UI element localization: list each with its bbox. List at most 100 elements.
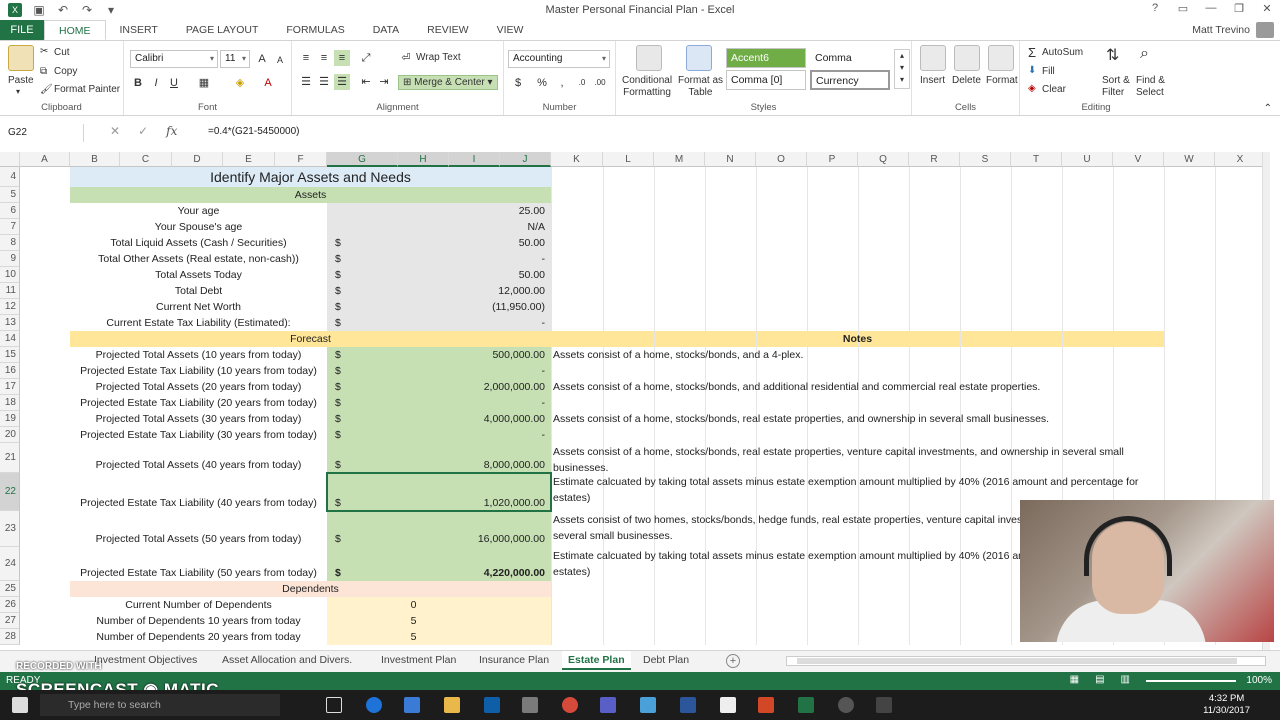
number-format-select[interactable]: Accounting [508,50,610,68]
column-header-r[interactable]: R [909,152,960,167]
restore-icon[interactable]: ❐ [1232,2,1246,15]
row-header-13[interactable]: 13 [0,315,20,331]
column-header-a[interactable]: A [20,152,70,167]
enter-icon[interactable]: ✓ [138,124,148,138]
sheet-tab-debt-plan[interactable]: Debt Plan [643,654,689,666]
row-header-26[interactable]: 26 [0,597,20,613]
clear-button[interactable]: Clear [1042,84,1066,95]
autosum-button[interactable]: AutoSum [1042,47,1083,58]
column-header-c[interactable]: C [120,152,172,167]
clear-icon[interactable]: ◈ [1028,83,1036,94]
forecast-label[interactable]: Projected Total Assets (10 years from to… [70,347,327,363]
explorer-icon[interactable] [444,697,460,713]
sheet-tab-asset-allocation[interactable]: Asset Allocation and Divers. [222,654,352,666]
style-comma0[interactable]: Comma [0] [726,70,806,90]
row-header-15[interactable]: 15 [0,347,20,363]
forecast-label[interactable]: Projected Estate Tax Liability (50 years… [70,547,327,581]
orientation-icon[interactable]: ⤢ [358,50,374,66]
minimize-icon[interactable]: — [1204,2,1218,15]
row-header-19[interactable]: 19 [0,411,20,427]
align-middle-icon[interactable]: ≡ [316,50,332,66]
app-icon-3[interactable] [640,697,656,713]
asset-value[interactable]: - [327,315,551,331]
sheet-title[interactable]: Identify Major Assets and Needs [70,167,551,187]
forecast-value[interactable]: 500,000.00 [327,347,551,363]
delete-button[interactable]: Delete [952,75,981,86]
forecast-label[interactable]: Projected Total Assets (50 years from to… [70,511,327,547]
row-header-7[interactable]: 7 [0,219,20,235]
fill-button[interactable]: Fill [1042,66,1055,77]
column-header-g[interactable]: G [327,152,398,167]
forecast-header[interactable]: Forecast [70,331,551,347]
row-header-17[interactable]: 17 [0,379,20,395]
cut-icon[interactable]: ✂ [40,46,48,57]
asset-value[interactable]: (11,950.00) [327,299,551,315]
tab-view[interactable]: VIEW [483,20,538,40]
column-header-f[interactable]: F [275,152,327,167]
wrap-text-icon[interactable]: ⏎ [398,50,414,66]
merge-center-button[interactable]: ⊞ Merge & Center ▾ [398,75,498,90]
insert-button[interactable]: Insert [920,75,945,86]
forecast-value[interactable]: 4,220,000.00 [327,547,551,581]
dependents-label[interactable]: Number of Dependents 20 years from today [70,629,327,645]
forecast-note[interactable]: Assets consist of a home, stocks/bonds, … [551,347,1164,363]
format-button[interactable]: Format [986,75,1018,86]
row-header-5[interactable]: 5 [0,187,20,203]
notes-header[interactable]: Notes [551,331,1164,347]
find-select-button[interactable]: Find & Select [1136,75,1165,99]
delete-cells-icon[interactable] [954,45,980,71]
asset-label[interactable]: Current Net Worth [70,299,327,315]
row-header-28[interactable]: 28 [0,629,20,645]
paste-button[interactable]: Paste [8,75,34,86]
dependents-value[interactable]: 5 [327,613,500,629]
column-header-w[interactable]: W [1164,152,1215,167]
tab-formulas[interactable]: FORMULAS [272,20,358,40]
sort-filter-button[interactable]: Sort & Filter [1102,75,1130,99]
asset-value[interactable]: 50.00 [327,235,551,251]
tab-home[interactable]: HOME [44,20,106,40]
column-header-j[interactable]: J [500,152,551,167]
font-name-select[interactable]: Calibri [130,50,218,68]
app-icon-2[interactable] [600,697,616,713]
comma-style-icon[interactable]: , [554,75,570,91]
select-all-corner[interactable] [0,152,20,167]
bold-icon[interactable]: B [130,75,146,91]
tab-insert[interactable]: INSERT [106,20,172,40]
dependents-header[interactable]: Dependents [70,581,551,597]
conditional-formatting-button[interactable]: Conditional Formatting [622,75,672,99]
format-as-table-icon[interactable] [686,45,712,71]
style-comma[interactable]: Comma [810,48,890,68]
column-header-m[interactable]: M [654,152,705,167]
windows-start-icon[interactable] [12,697,28,713]
fill-color-icon[interactable]: ◈ [232,75,248,91]
format-painter-button[interactable]: Format Painter [54,84,120,95]
zoom-level[interactable]: 100% [1246,675,1272,686]
row-header-11[interactable]: 11 [0,283,20,299]
column-header-i[interactable]: I [449,152,500,167]
row-header-21[interactable]: 21 [0,443,20,473]
new-sheet-button[interactable]: + [726,654,740,668]
percent-style-icon[interactable]: % [534,75,550,91]
excel-icon[interactable] [798,697,814,713]
borders-icon[interactable]: ▦ [196,75,212,91]
column-header-x[interactable]: X [1215,152,1266,167]
row-header-20[interactable]: 20 [0,427,20,443]
tab-file[interactable]: FILE [0,20,44,40]
insert-function-icon[interactable]: fx [166,124,177,138]
asset-label[interactable]: Total Debt [70,283,327,299]
forecast-value[interactable]: 8,000,000.00 [327,443,551,473]
sort-filter-icon[interactable]: ⇅ [1106,45,1119,65]
style-accent6[interactable]: Accent6 [726,48,806,68]
forecast-value[interactable]: 4,000,000.00 [327,411,551,427]
forecast-label[interactable]: Projected Estate Tax Liability (40 years… [70,473,327,511]
asset-value[interactable]: - [327,251,551,267]
forecast-value[interactable]: - [327,363,551,379]
ribbon-display-icon[interactable]: ▭ [1176,2,1190,15]
asset-value[interactable]: 25.00 [327,203,551,219]
word-icon[interactable] [680,697,696,713]
dependents-label[interactable]: Current Number of Dependents [70,597,327,613]
asset-label[interactable]: Your age [70,203,327,219]
asset-label[interactable]: Current Estate Tax Liability (Estimated)… [70,315,327,331]
forecast-note[interactable]: Assets consist of a home, stocks/bonds, … [551,443,1164,474]
sheet-tab-investment-plan[interactable]: Investment Plan [381,654,456,666]
